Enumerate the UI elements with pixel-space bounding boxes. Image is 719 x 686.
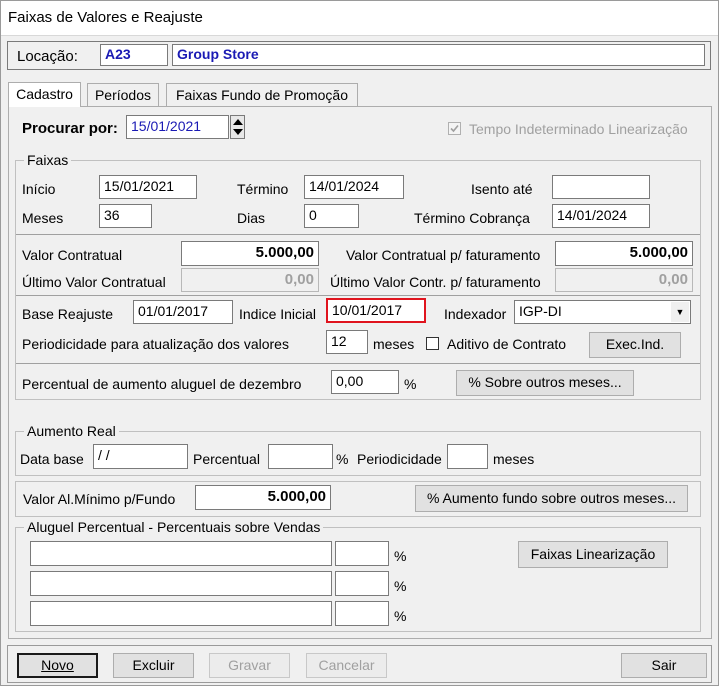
- base-reajuste-label: Base Reajuste: [22, 306, 114, 322]
- aluguel-pct-input-3[interactable]: [335, 601, 389, 626]
- aluguel-percent-3: %: [394, 608, 407, 624]
- tempo-indeterminado-label: Tempo Indeterminado Linearização: [469, 121, 688, 137]
- aumento-real-group-label: Aumento Real: [24, 423, 119, 439]
- tab-faixas-fundo[interactable]: Faixas Fundo de Promoção: [166, 83, 358, 107]
- valor-contratual-fat-input[interactable]: 5.000,00: [555, 241, 693, 266]
- termino-label: Término: [237, 181, 289, 197]
- location-label: Locação:: [17, 48, 78, 65]
- gravar-button[interactable]: Gravar: [209, 653, 290, 678]
- dias-label: Dias: [237, 210, 266, 226]
- spin-down-icon[interactable]: [233, 129, 243, 135]
- percentual-dez-percent: %: [404, 376, 417, 392]
- faixas-linearizacao-button[interactable]: Faixas Linearização: [518, 541, 668, 568]
- outros-meses-button[interactable]: % Sobre outros meses...: [456, 370, 634, 396]
- base-reajuste-input[interactable]: 01/01/2017: [133, 300, 233, 324]
- aluguel-pct-input-1[interactable]: [335, 541, 389, 566]
- tempo-indeterminado-checkbox[interactable]: [448, 122, 461, 135]
- termino-cobranca-input[interactable]: 14/01/2024: [552, 204, 650, 228]
- aluguel-desc-input-3[interactable]: [30, 601, 332, 626]
- ultimo-valor-fat-input: 0,00: [555, 268, 693, 292]
- faixas-group-label: Faixas: [24, 152, 72, 168]
- indexador-select[interactable]: IGP-DI ▼: [514, 300, 691, 324]
- indexador-value: IGP-DI: [519, 303, 562, 319]
- title-bar: Faixas de Valores e Reajuste: [1, 1, 718, 36]
- inicio-label: Início: [22, 181, 56, 197]
- valor-contratual-label: Valor Contratual: [22, 247, 123, 263]
- sair-button[interactable]: Sair: [621, 653, 707, 678]
- percentual-input[interactable]: [268, 444, 333, 469]
- termino-input[interactable]: 14/01/2024: [304, 175, 404, 199]
- periodicidade-unit: meses: [373, 336, 415, 352]
- aluguel-desc-input-2[interactable]: [30, 571, 332, 596]
- percentual-percent: %: [336, 451, 349, 467]
- meses-input[interactable]: 36: [99, 204, 152, 228]
- tab-cadastro[interactable]: Cadastro: [8, 82, 81, 107]
- percentual-dez-input[interactable]: 0,00: [331, 370, 399, 394]
- novo-button[interactable]: Novo: [17, 653, 98, 678]
- main-window: Faixas de Valores e Reajuste Locação: A2…: [0, 0, 719, 686]
- checkmark-icon: [450, 124, 459, 133]
- faixas-divider-1: [16, 234, 700, 235]
- fundo-label: Valor Al.Mínimo p/Fundo: [23, 491, 176, 507]
- aumento-periodicidade-input[interactable]: [447, 444, 488, 469]
- aditivo-label: Aditivo de Contrato: [447, 336, 567, 352]
- aumento-periodicidade-label: Periodicidade: [357, 451, 442, 467]
- tab-periodos[interactable]: Períodos: [87, 83, 159, 107]
- location-code-field[interactable]: A23: [100, 44, 168, 66]
- ultimo-valor-label: Último Valor Contratual: [22, 274, 166, 290]
- isento-label: Isento até: [471, 181, 533, 197]
- data-base-label: Data base: [20, 451, 84, 467]
- aumento-meses-label: meses: [493, 451, 535, 467]
- faixas-divider-2: [16, 295, 700, 296]
- inicio-input[interactable]: 15/01/2021: [99, 175, 197, 199]
- data-base-input[interactable]: / /: [93, 444, 188, 469]
- aluguel-percent-2: %: [394, 578, 407, 594]
- window-title: Faixas de Valores e Reajuste: [8, 9, 203, 26]
- chevron-down-icon[interactable]: ▼: [671, 302, 689, 322]
- periodicidade-input[interactable]: 12: [326, 330, 368, 354]
- location-panel: Locação: A23 Group Store: [7, 41, 711, 70]
- termino-cobranca-label: Término Cobrança: [414, 210, 530, 226]
- percentual-dez-label: Percentual de aumento aluguel de dezembr…: [22, 376, 302, 392]
- aluguel-percent-1: %: [394, 548, 407, 564]
- aumento-fundo-button[interactable]: % Aumento fundo sobre outros meses...: [415, 485, 688, 512]
- search-date-input[interactable]: 15/01/2021: [126, 115, 229, 139]
- ultimo-valor-fat-label: Último Valor Contr. p/ faturamento: [330, 274, 541, 290]
- aluguel-percentual-group-label: Aluguel Percentual - Percentuais sobre V…: [24, 519, 324, 535]
- location-name-field[interactable]: Group Store: [172, 44, 705, 66]
- search-spinner[interactable]: [230, 115, 245, 139]
- isento-input[interactable]: [552, 175, 650, 199]
- indexador-label: Indexador: [444, 306, 507, 322]
- fundo-input[interactable]: 5.000,00: [195, 485, 331, 510]
- valor-contratual-input[interactable]: 5.000,00: [181, 241, 319, 266]
- excluir-button[interactable]: Excluir: [113, 653, 194, 678]
- aluguel-desc-input-1[interactable]: [30, 541, 332, 566]
- valor-contratual-fat-label: Valor Contratual p/ faturamento: [346, 247, 541, 263]
- exec-ind-button[interactable]: Exec.Ind.: [589, 332, 681, 358]
- dias-input[interactable]: 0: [304, 204, 359, 228]
- cancelar-button[interactable]: Cancelar: [306, 653, 387, 678]
- aluguel-pct-input-2[interactable]: [335, 571, 389, 596]
- faixas-divider-3: [16, 363, 700, 364]
- aditivo-checkbox[interactable]: [426, 337, 439, 350]
- percentual-label: Percentual: [193, 451, 260, 467]
- meses-label: Meses: [22, 210, 64, 226]
- indice-inicial-label: Indice Inicial: [239, 306, 317, 322]
- ultimo-valor-input: 0,00: [181, 268, 319, 292]
- periodicidade-label: Periodicidade para atualização dos valor…: [22, 336, 289, 352]
- search-label: Procurar por:: [22, 120, 118, 137]
- indice-inicial-input[interactable]: 10/01/2017: [326, 298, 426, 323]
- spin-up-icon[interactable]: [233, 119, 243, 125]
